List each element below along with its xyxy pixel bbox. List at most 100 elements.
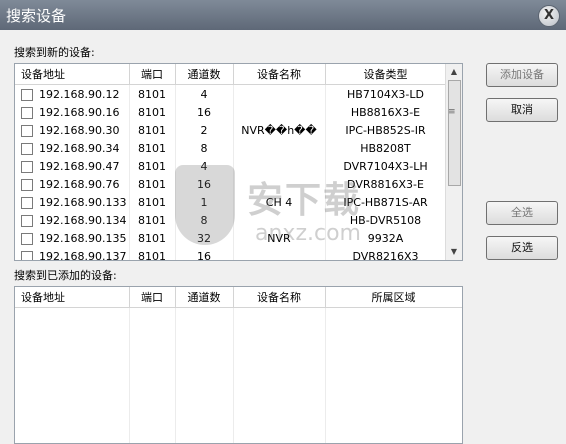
- cell-name: [233, 175, 326, 193]
- cell-port: 8101: [129, 139, 176, 157]
- row-checkbox[interactable]: [21, 196, 33, 209]
- cell-address: 192.168.90.12: [15, 84, 130, 103]
- cell-channels: 16: [175, 103, 234, 121]
- cell-address: 192.168.90.133: [15, 193, 130, 211]
- cell-address: 192.168.90.134: [15, 211, 130, 229]
- col-header-name[interactable]: 设备名称: [233, 287, 326, 308]
- device-row[interactable]: 192.168.90.133 8101 1 CH 4 IPC-HB871S-AR: [15, 193, 447, 211]
- cell-name: CH 4: [233, 193, 326, 211]
- cell-channels: 16: [175, 175, 234, 193]
- device-address: 192.168.90.134: [39, 213, 127, 227]
- cell-address: 192.168.90.135: [15, 229, 130, 247]
- row-checkbox[interactable]: [21, 214, 33, 227]
- device-row[interactable]: 192.168.90.137 8101 16 DVR8216X3: [15, 247, 447, 261]
- col-header-name[interactable]: 设备名称: [233, 64, 326, 85]
- device-row[interactable]: 192.168.90.30 8101 2 NVR��h�� IPC-HB852S-IR: [15, 121, 447, 139]
- cell-type: 9932A: [325, 229, 447, 247]
- cell-type: IPC-HB871S-AR: [325, 193, 447, 211]
- added-devices-label: 搜索到已添加的设备:: [14, 269, 117, 282]
- device-row[interactable]: 192.168.90.134 8101 8 HB-DVR5108: [15, 211, 447, 229]
- scroll-down-icon[interactable]: ▼: [446, 245, 462, 259]
- cell-port: 8101: [129, 157, 176, 175]
- cell-type: HB8816X3-E: [325, 103, 447, 121]
- close-icon: X: [543, 8, 555, 23]
- cancel-button[interactable]: 取消: [486, 98, 558, 122]
- cell-type: HB7104X3-LD: [325, 84, 447, 103]
- col-header-type[interactable]: 设备类型: [325, 64, 447, 85]
- cell-name: [233, 247, 326, 260]
- row-checkbox[interactable]: [21, 88, 33, 101]
- device-address: 192.168.90.137: [39, 249, 127, 261]
- cell-address: 192.168.90.34: [15, 139, 130, 157]
- row-checkbox[interactable]: [21, 160, 33, 173]
- cell-port: 8101: [129, 229, 176, 247]
- window-title: 搜索设备: [6, 7, 67, 25]
- new-devices-scrollbar[interactable]: ▲ ≡ ▼: [445, 64, 462, 260]
- title-bar: 搜索设备 X: [0, 0, 566, 30]
- row-checkbox[interactable]: [21, 178, 33, 191]
- cell-type: DVR8816X3-E: [325, 175, 447, 193]
- scroll-thumb[interactable]: [448, 80, 461, 186]
- cell-address: 192.168.90.47: [15, 157, 130, 175]
- device-address: 192.168.90.135: [39, 231, 127, 245]
- cell-type: DVR7104X3-LH: [325, 157, 447, 175]
- col-header-region[interactable]: 所属区域: [325, 287, 462, 308]
- grip-icon: ≡: [448, 107, 456, 117]
- cell-channels: 8: [175, 211, 234, 229]
- col-header-address[interactable]: 设备地址: [15, 287, 130, 308]
- col-header-address[interactable]: 设备地址: [15, 64, 130, 85]
- cell-name: [233, 211, 326, 229]
- cell-channels: 32: [175, 229, 234, 247]
- device-address: 192.168.90.16: [39, 105, 120, 119]
- scroll-up-icon[interactable]: ▲: [446, 65, 462, 79]
- row-checkbox[interactable]: [21, 142, 33, 155]
- select-all-button[interactable]: 全选: [486, 201, 558, 225]
- device-address: 192.168.90.34: [39, 141, 120, 155]
- cell-address: 192.168.90.76: [15, 175, 130, 193]
- add-device-button[interactable]: 添加设备: [486, 63, 558, 87]
- new-devices-table: 设备地址 端口 通道数 设备名称 设备类型 192.168.90.12 8101 4…: [14, 63, 463, 261]
- col-header-port[interactable]: 端口: [129, 287, 176, 308]
- cell-type: HB-DVR5108: [325, 211, 447, 229]
- device-row[interactable]: 192.168.90.76 8101 16 DVR8816X3-E: [15, 175, 447, 193]
- cell-address: 192.168.90.137: [15, 247, 130, 261]
- cell-port: 8101: [129, 103, 176, 121]
- device-address: 192.168.90.30: [39, 123, 120, 137]
- col-header-port[interactable]: 端口: [129, 64, 176, 85]
- cell-address: 192.168.90.30: [15, 121, 130, 139]
- row-checkbox[interactable]: [21, 106, 33, 119]
- device-row[interactable]: 192.168.90.34 8101 8 HB8208T: [15, 139, 447, 157]
- device-row[interactable]: 192.168.90.12 8101 4 HB7104X3-LD: [15, 84, 447, 103]
- device-address: 192.168.90.47: [39, 159, 120, 173]
- new-devices-label: 搜索到新的设备:: [14, 46, 95, 59]
- cell-channels: 8: [175, 139, 234, 157]
- cell-port: 8101: [129, 193, 176, 211]
- cell-channels: 1: [175, 193, 234, 211]
- row-checkbox[interactable]: [21, 232, 33, 245]
- device-row[interactable]: 192.168.90.16 8101 16 HB8816X3-E: [15, 103, 447, 121]
- cell-channels: 16: [175, 247, 234, 260]
- new-devices-header: 设备地址 端口 通道数 设备名称 设备类型: [15, 64, 447, 85]
- row-checkbox[interactable]: [21, 250, 33, 260]
- device-row[interactable]: 192.168.90.47 8101 4 DVR7104X3-LH: [15, 157, 447, 175]
- cell-type: IPC-HB852S-IR: [325, 121, 447, 139]
- cell-port: 8101: [129, 121, 176, 139]
- col-header-channels[interactable]: 通道数: [175, 287, 234, 308]
- added-devices-table: 设备地址 端口 通道数 设备名称 所属区域: [14, 286, 463, 444]
- device-address: 192.168.90.76: [39, 177, 120, 191]
- invert-selection-button[interactable]: 反选: [486, 236, 558, 260]
- cell-name: [233, 157, 326, 175]
- cell-port: 8101: [129, 84, 176, 103]
- cell-name: [233, 103, 326, 121]
- added-devices-header: 设备地址 端口 通道数 设备名称 所属区域: [15, 287, 462, 308]
- cell-name: NVR: [233, 229, 326, 247]
- cell-port: 8101: [129, 211, 176, 229]
- device-row[interactable]: 192.168.90.135 8101 32 NVR 9932A: [15, 229, 447, 247]
- col-header-channels[interactable]: 通道数: [175, 64, 234, 85]
- cell-channels: 4: [175, 157, 234, 175]
- cell-channels: 2: [175, 121, 234, 139]
- row-checkbox[interactable]: [21, 124, 33, 137]
- cell-type: HB8208T: [325, 139, 447, 157]
- empty-list-area: [15, 307, 462, 443]
- close-button[interactable]: X: [538, 5, 560, 27]
